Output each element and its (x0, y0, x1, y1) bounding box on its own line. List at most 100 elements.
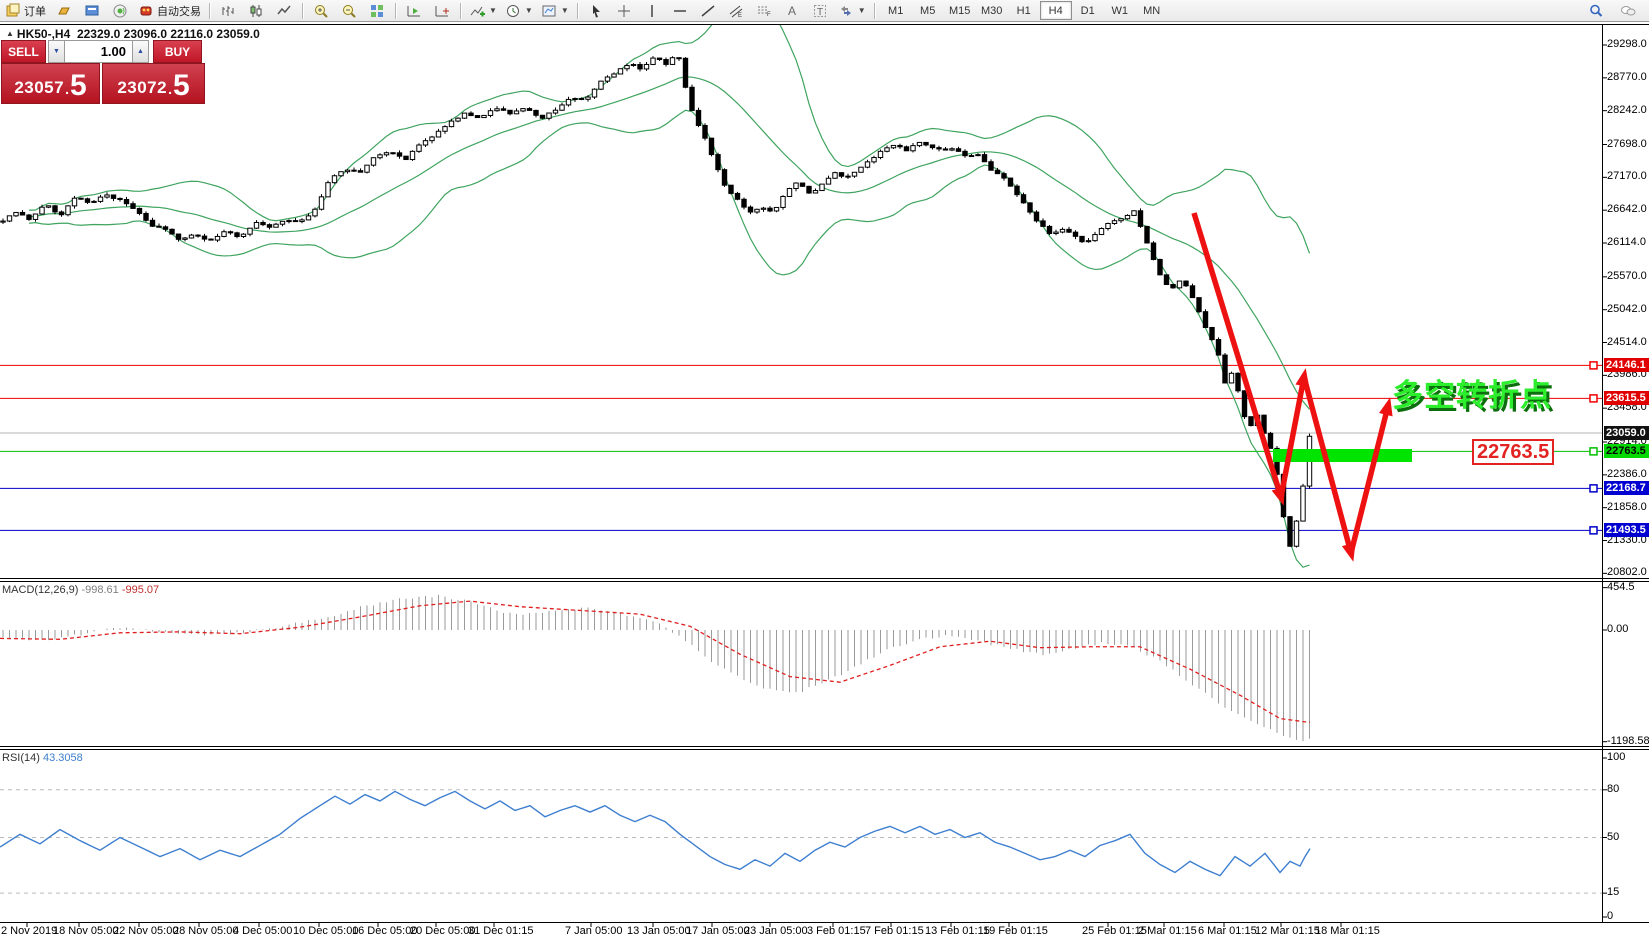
chart-stage[interactable]: ▲HK50-,H4 22329.0 23096.0 22116.0 23059.… (0, 0, 1649, 939)
signals-icon[interactable] (107, 1, 133, 21)
toolbar-separator (302, 3, 303, 19)
time-tick-label: 28 Nov 05:00 (173, 925, 238, 937)
turning-point-annotation: 多空转折点 (1392, 370, 1552, 415)
time-tick-label: 3 Feb 01:15 (807, 925, 866, 937)
price-tick: 26642.0 (1607, 203, 1647, 215)
toolbar-separator (209, 3, 210, 19)
price-tick: 21858.0 (1607, 501, 1647, 513)
price-tick: 24514.0 (1607, 336, 1647, 348)
open-account-icon[interactable] (51, 1, 77, 21)
sell-price-dot: . (65, 78, 69, 100)
zoom-out-button[interactable] (336, 1, 362, 21)
sell-button[interactable]: SELL (1, 40, 46, 63)
line-chart-button[interactable] (271, 1, 297, 21)
timeframe-MN[interactable]: MN (1136, 1, 1168, 20)
time-tick-label: 22 Nov 05:00 (113, 925, 178, 937)
bar-chart-button[interactable] (215, 1, 241, 21)
svg-text:F: F (767, 12, 771, 18)
rsi-tick: 50 (1607, 831, 1619, 843)
zoom-in-button[interactable] (308, 1, 334, 21)
cursor-button[interactable] (583, 1, 609, 21)
time-tick-label: 23 Jan 05:00 (744, 925, 808, 937)
time-tick-label: 16 Dec 05:00 (352, 925, 417, 937)
fibonacci-button[interactable]: F (751, 1, 777, 21)
new-order-button[interactable]: 订单 (2, 1, 49, 21)
toolbar-separator (460, 3, 461, 19)
time-tick-label: 18 Mar 01:15 (1315, 925, 1380, 937)
svg-text:E: E (738, 13, 742, 19)
toolbar-separator (395, 3, 396, 19)
periods-button[interactable]: ▼ (502, 1, 536, 21)
time-tick-label: 7 Feb 01:15 (865, 925, 924, 937)
time-tick-label: 10 Dec 05:00 (293, 925, 358, 937)
timeframe-D1[interactable]: D1 (1072, 1, 1104, 20)
text-label-button[interactable]: T (807, 1, 833, 21)
time-tick-label: 20 Dec 05:00 (410, 925, 475, 937)
price-line-label: 22763.5 (1604, 444, 1649, 458)
timeframe-H4[interactable]: H4 (1040, 1, 1072, 20)
vertical-line-button[interactable] (639, 1, 665, 21)
toolbar: 订单自动交易▼▼▼EFAT▼ M1M5M15M30H1H4D1W1MN (0, 0, 1649, 22)
chart-shift-button[interactable] (429, 1, 455, 21)
volume-input[interactable]: 1.00 (65, 40, 132, 63)
timeframe-M1[interactable]: M1 (880, 1, 912, 20)
text-button[interactable]: A (779, 1, 805, 21)
price-tick: 22386.0 (1607, 468, 1647, 480)
buy-price[interactable]: 23072 . 5 (102, 63, 205, 104)
time-tick-label: 12 Mar 01:15 (1255, 925, 1320, 937)
time-tick-label: 6 Mar 01:15 (1198, 925, 1257, 937)
rsi-tick: 0 (1607, 910, 1613, 922)
timeframe-H1[interactable]: H1 (1008, 1, 1040, 20)
timeframe-W1[interactable]: W1 (1104, 1, 1136, 20)
symbol-marker-icon: ▲ (6, 29, 14, 38)
time-tick-label: 2 Nov 2019 (1, 925, 57, 937)
price-tag-22763[interactable]: 22763.5 (1472, 439, 1554, 465)
time-tick-label: 2 Mar 01:15 (1138, 925, 1197, 937)
arrows-button[interactable]: ▼ (835, 1, 869, 21)
equidistant-channel-button[interactable]: E (723, 1, 749, 21)
templates-button[interactable]: ▼ (538, 1, 572, 21)
auto-scroll-button[interactable] (401, 1, 427, 21)
timeframe-M15[interactable]: M15 (944, 1, 976, 20)
price-line-label: 23059.0 (1604, 426, 1649, 440)
sell-price[interactable]: 23057 . 5 (1, 63, 100, 104)
metaquotes-icon[interactable] (79, 1, 105, 21)
buy-button[interactable]: BUY (153, 40, 202, 63)
time-tick-label: 13 Jan 05:00 (627, 925, 691, 937)
autotrading-button[interactable]: 自动交易 (135, 1, 204, 21)
candlestick-chart-button[interactable] (243, 1, 269, 21)
horizontal-line-button[interactable] (667, 1, 693, 21)
timeframe-M5[interactable]: M5 (912, 1, 944, 20)
buy-price-dot: . (168, 78, 172, 100)
sell-price-frac: 5 (70, 72, 87, 100)
chart-canvas[interactable] (0, 0, 1649, 939)
symbol-ohlc: 22329.0 23096.0 22116.0 23059.0 (77, 27, 260, 41)
rsi-label: RSI(14) 43.3058 (2, 752, 83, 764)
macd-label: MACD(12,26,9) -998.61 -995.07 (2, 584, 159, 596)
svg-text:T: T (817, 7, 823, 18)
price-tick: 25570.0 (1607, 270, 1647, 282)
time-tick-label: 13 Feb 01:15 (925, 925, 990, 937)
crosshair-button[interactable] (611, 1, 637, 21)
macd-tick: -1198.58 (1607, 735, 1649, 747)
price-line-label: 24146.1 (1604, 358, 1649, 372)
rsi-tick: 80 (1607, 783, 1619, 795)
indicators-button[interactable]: ▼ (466, 1, 500, 21)
time-tick-label: 7 Jan 05:00 (565, 925, 623, 937)
volume-increase-button[interactable]: ▲ (132, 40, 149, 63)
price-tick: 28770.0 (1607, 71, 1647, 83)
tile-windows-button[interactable] (364, 1, 390, 21)
price-tick: 27170.0 (1607, 170, 1647, 182)
price-tick: 28242.0 (1607, 104, 1647, 116)
symbol-info: ▲HK50-,H4 22329.0 23096.0 22116.0 23059.… (6, 27, 260, 41)
rsi-tick: 15 (1607, 886, 1619, 898)
search-icon[interactable] (1583, 1, 1609, 21)
macd-tick: 0.00 (1607, 623, 1628, 635)
volume-decrease-button[interactable]: ▼ (48, 40, 65, 63)
timeframe-M30[interactable]: M30 (976, 1, 1008, 20)
trendline-button[interactable] (695, 1, 721, 21)
chat-icon[interactable] (1615, 1, 1641, 21)
time-tick-label: 17 Jan 05:00 (686, 925, 750, 937)
price-tick: 26114.0 (1607, 236, 1646, 248)
svg-text:A: A (788, 4, 796, 18)
